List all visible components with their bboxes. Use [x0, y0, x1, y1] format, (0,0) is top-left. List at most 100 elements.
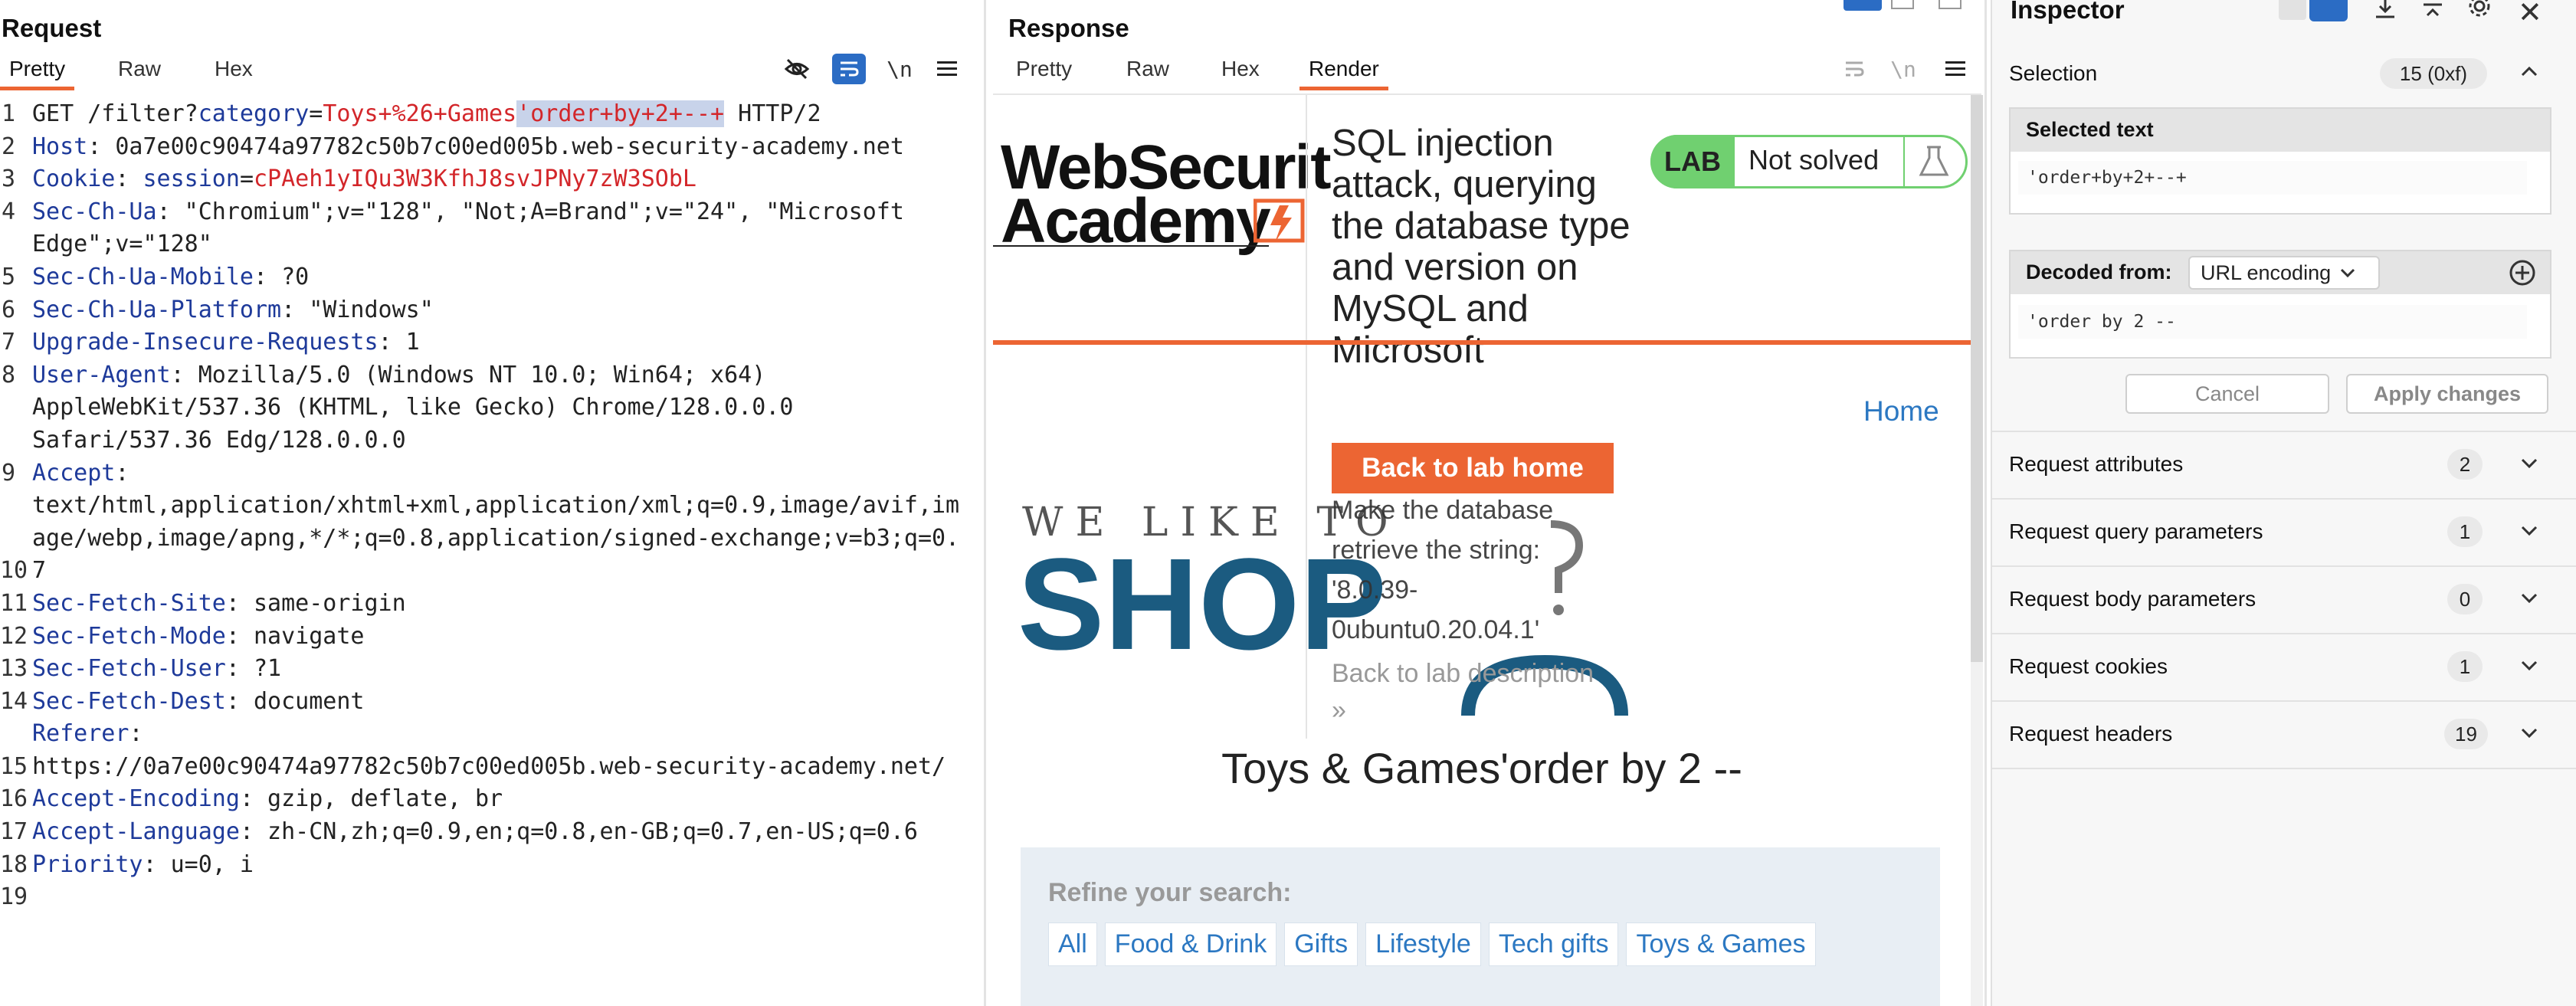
pane-divider[interactable] — [1984, 0, 1987, 1006]
newline-toggle-icon[interactable]: \n — [1886, 54, 1920, 84]
request-line[interactable]: Sec-Ch-Ua-Mobile: ?0 — [32, 261, 982, 294]
chevron-down-icon[interactable] — [2521, 660, 2538, 677]
chevron-up-icon[interactable] — [2521, 66, 2538, 83]
pane-divider[interactable] — [984, 0, 986, 1006]
tab-hex[interactable]: Hex — [1221, 57, 1260, 81]
line-number: 17 — [0, 818, 28, 846]
inspector-section-label: Request cookies — [2009, 654, 2168, 678]
tab-render[interactable]: Render — [1299, 57, 1388, 90]
decoded-value[interactable]: 'order by 2 -- — [2018, 305, 2527, 339]
request-line[interactable]: Sec-Ch-Ua-Platform: "Windows" — [32, 294, 982, 327]
back-to-lab-home-button[interactable]: Back to lab home — [1332, 443, 1614, 493]
request-line[interactable]: Priority: u=0, i — [32, 849, 982, 882]
request-line[interactable]: Host: 0a7e00c90474a97782c50b7c00ed005b.w… — [32, 131, 982, 164]
chevron-right-icon[interactable]: » — [1332, 696, 1346, 726]
tab-pretty[interactable]: Pretty — [0, 57, 75, 90]
tab-hex[interactable]: Hex — [215, 57, 253, 81]
filter-chip[interactable]: Lifestyle — [1365, 922, 1481, 966]
header-value: Toys+%26+Games — [323, 100, 517, 127]
apply-changes-button[interactable]: Apply changes — [2346, 374, 2548, 414]
selection-badge: 15 (0xf) — [2380, 58, 2487, 89]
lab-divider — [1903, 137, 1905, 186]
layout-vertical-icon[interactable] — [1939, 0, 1961, 9]
tab-raw[interactable]: Raw — [1126, 57, 1169, 81]
filter-chip[interactable]: Tech gifts — [1488, 922, 1619, 966]
add-decoding-icon[interactable] — [2509, 259, 2536, 290]
filter-chip[interactable]: All — [1048, 922, 1097, 966]
newline-toggle-icon[interactable]: \n — [883, 54, 916, 84]
decoded-box: Decoded from: URL encoding 'order by 2 -… — [2009, 250, 2551, 359]
request-line[interactable]: Safari/537.36 Edg/128.0.0.0 — [32, 424, 982, 457]
request-line[interactable]: GET /filter?category=Toys+%26+Games'orde… — [32, 98, 982, 131]
layout-horizontal-icon[interactable] — [1891, 0, 1914, 9]
header-key: Accept — [32, 459, 116, 487]
request-line[interactable]: Sec-Fetch-User: ?1 — [32, 653, 982, 686]
request-line[interactable]: Accept-Language: zh-CN,zh;q=0.9,en;q=0.8… — [32, 816, 982, 849]
collapse-all-icon[interactable] — [2421, 0, 2444, 24]
selected-text-value[interactable]: 'order+by+2+--+ — [2018, 161, 2527, 195]
request-line[interactable]: Cookie: session=cPAeh1yIQu3W3KfhJ8svJPNy… — [32, 163, 982, 196]
layout-toggle-icon[interactable] — [1844, 0, 1882, 11]
header-key: Cookie — [32, 165, 116, 193]
inspector-section[interactable]: Request headers 19 — [1992, 702, 2576, 769]
tab-pretty[interactable]: Pretty — [1016, 57, 1072, 81]
request-line[interactable]: User-Agent: Mozilla/5.0 (Windows NT 10.0… — [32, 359, 982, 392]
request-line[interactable]: Sec-Fetch-Mode: navigate — [32, 621, 982, 654]
request-line[interactable]: Accept: — [32, 457, 982, 490]
request-line[interactable]: Sec-Fetch-Dest: document — [32, 686, 982, 719]
inspector-section[interactable]: Request body parameters 0 — [1992, 567, 2576, 634]
filter-chip[interactable]: Gifts — [1284, 922, 1358, 966]
back-to-lab-description-link[interactable]: Back to lab description — [1332, 659, 1594, 689]
word-wrap-icon[interactable] — [832, 54, 866, 84]
request-line[interactable]: https://0a7e00c90474a97782c50b7c00ed005b… — [32, 751, 982, 784]
line-number: 15 — [0, 752, 28, 780]
inspector-section[interactable]: Request query parameters 1 — [1992, 500, 2576, 567]
filter-chip[interactable]: Toys & Games — [1626, 922, 1816, 966]
lab-status-text: Not solved — [1748, 144, 1880, 175]
request-pane: Request Pretty Raw Hex \n 1 2 3 4 5 6 7 8 9 10 11 1… — [0, 0, 984, 1006]
tab-raw[interactable]: Raw — [118, 57, 161, 81]
request-line[interactable]: 7 — [32, 555, 982, 588]
chevron-down-icon[interactable] — [2521, 728, 2538, 745]
header-key: Sec-Fetch-Site — [32, 589, 226, 617]
home-link[interactable]: Home — [1863, 395, 1939, 428]
close-icon[interactable]: ✕ — [2518, 0, 2542, 30]
request-editor[interactable]: GET /filter?category=Toys+%26+Games'orde… — [32, 98, 982, 914]
filter-chip[interactable]: Food & Drink — [1104, 922, 1277, 966]
cancel-button[interactable]: Cancel — [2125, 374, 2329, 414]
request-line[interactable]: AppleWebKit/537.36 (KHTML, like Gecko) C… — [32, 392, 982, 424]
inspector-section[interactable]: Request cookies 1 — [1992, 634, 2576, 702]
line-number: 3 — [1, 165, 15, 193]
request-line[interactable]: Upgrade-Insecure-Requests: 1 — [32, 326, 982, 359]
chevron-down-icon[interactable] — [2521, 526, 2538, 542]
lab-title: SQL injection attack, querying the datab… — [1332, 123, 1630, 371]
request-line[interactable] — [32, 881, 982, 914]
menu-icon[interactable] — [930, 54, 964, 84]
decoding-select[interactable]: URL encoding — [2188, 256, 2380, 290]
line-number — [0, 392, 15, 424]
request-line[interactable]: Edge";v="128" — [32, 228, 982, 261]
word-wrap-icon[interactable] — [1837, 54, 1871, 84]
code-text: : u=0, i — [143, 850, 254, 878]
menu-icon[interactable] — [1939, 54, 1972, 84]
request-line[interactable]: Sec-Fetch-Site: same-origin — [32, 588, 982, 621]
expand-all-icon[interactable] — [2374, 0, 2397, 24]
header-key: Sec-Fetch-Dest — [32, 687, 226, 715]
request-line[interactable]: Sec-Ch-Ua: "Chromium";v="128", "Not;A=Br… — [32, 196, 982, 229]
category-heading: Toys & Games'order by 2 -- — [1221, 744, 1742, 792]
chevron-down-icon[interactable] — [2521, 593, 2538, 610]
layout-single-icon[interactable] — [2279, 0, 2306, 20]
request-line[interactable]: age/webp,image/apng,*/*;q=0.8,applicatio… — [32, 523, 982, 555]
inspector-pane: Inspector ✕ Selection 15 (0xf) Selected … — [1991, 0, 2576, 1006]
hide-nonprintable-icon[interactable] — [780, 54, 814, 84]
chevron-down-icon[interactable] — [2521, 458, 2538, 475]
request-line[interactable]: Referer: — [32, 718, 982, 751]
inspector-section[interactable]: Request attributes 2 — [1992, 432, 2576, 500]
response-render-view[interactable]: WebSecurit Academy SQL injection attack,… — [993, 95, 1971, 1006]
code-text: : gzip, deflate, br — [239, 785, 503, 813]
request-line[interactable]: Accept-Encoding: gzip, deflate, br — [32, 783, 982, 816]
layout-split-icon[interactable] — [2309, 0, 2348, 21]
response-scrollbar-thumb[interactable] — [1971, 95, 1983, 662]
gear-icon[interactable] — [2467, 0, 2492, 24]
request-line[interactable]: text/html,application/xhtml+xml,applicat… — [32, 490, 982, 523]
